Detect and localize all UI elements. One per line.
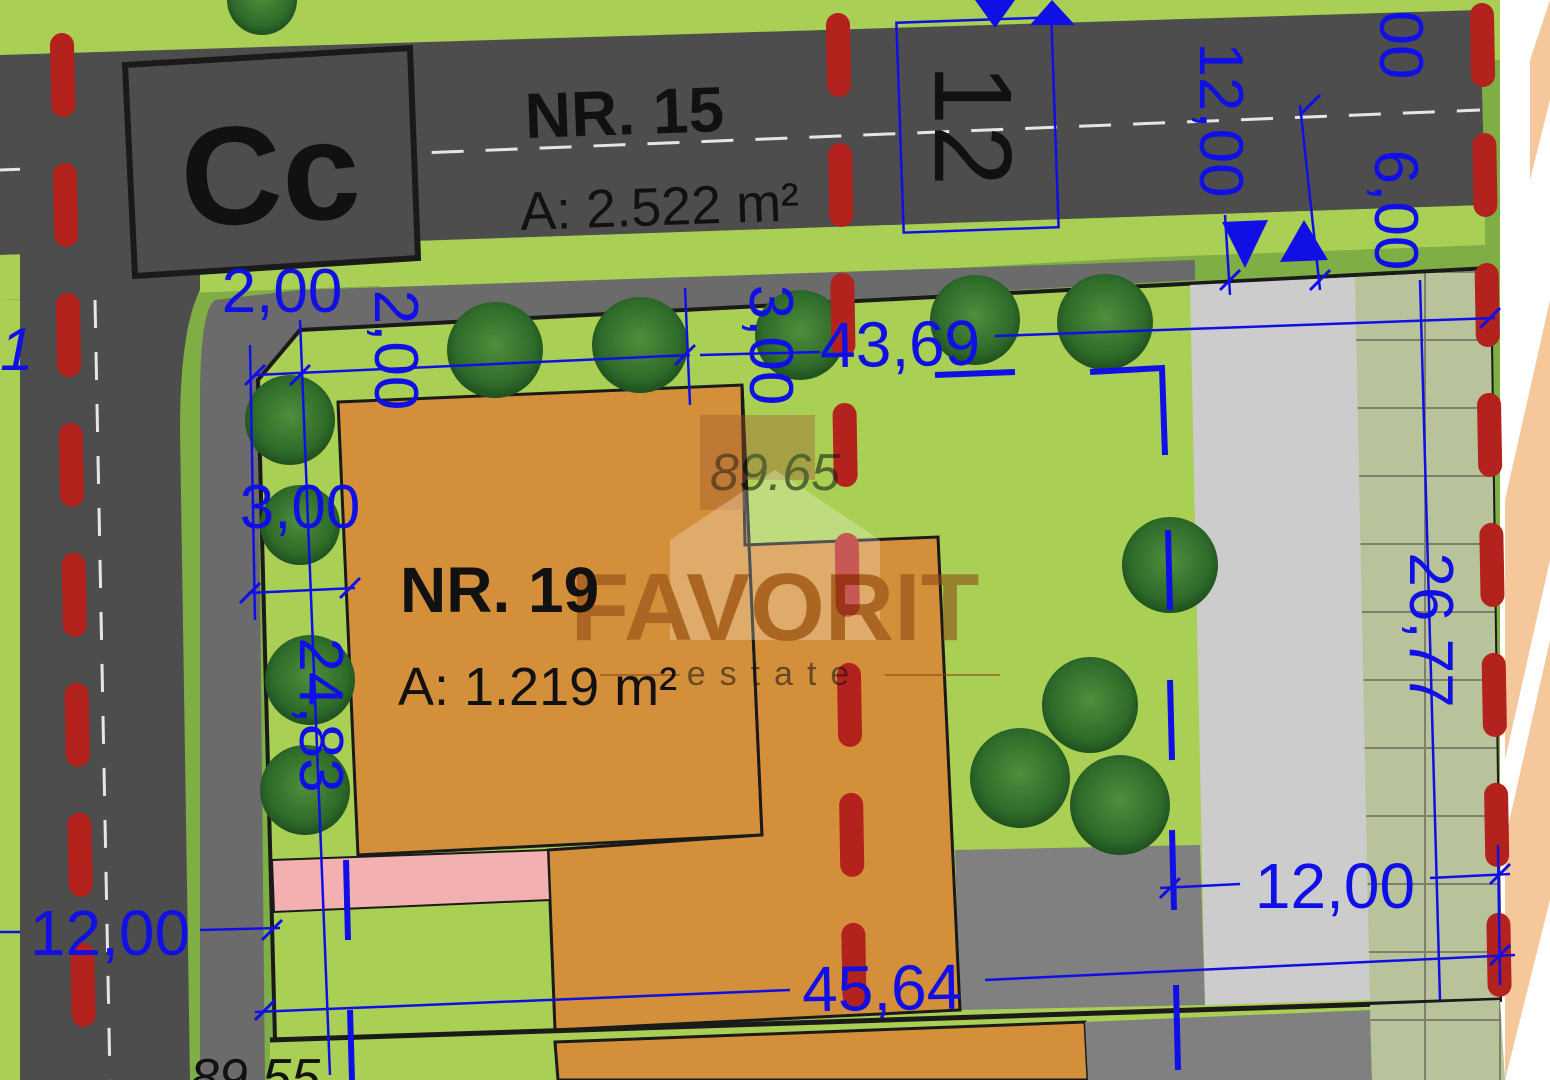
zone-code-text: Cc [177,90,364,256]
dim-corner-v: 2,00 [361,290,430,411]
dim-left-setback: 3,00 [240,473,361,542]
zone-code-sign: Cc [121,44,422,280]
paving-next [1370,1000,1505,1080]
dim-top-length: 43,69 [819,307,980,382]
gray-parking [955,845,1205,1010]
dim-bottom-length: 45,64 [801,951,962,1026]
dim-partial-top: 00 [1366,11,1435,80]
dim-rear-setback: 12,00 [1255,850,1415,922]
lot-plot-area: A: 1.219 m² [398,657,677,717]
watermark-brand: FAVORIT [571,554,980,661]
watermark-subtitle: estate [687,655,864,693]
road-number-text: 12 [911,64,1034,186]
pink-strip [270,848,552,914]
lot-plot-name: NR. 19 [400,554,599,626]
dim-right-strip: 6,00 [1361,150,1430,271]
dim-road-width-top: 12,00 [1186,42,1255,197]
street-plot-area: A: 2.522 m² [519,172,800,242]
dim-right-height: 26,77 [1396,552,1465,707]
site-plan-map: Cc 12 NR. 15 A: 2.522 m² FAVORIT estate … [0,0,1550,1080]
dim-front-setback: 3,00 [736,285,805,406]
left-edge-fragment: 1 [0,316,33,383]
bottom-number-fragment: 89.55 [190,1049,321,1080]
gray-next [1085,1010,1372,1080]
street-plot-name: NR. 15 [524,73,726,152]
left-verge [0,300,20,1080]
watermark-price: 89.65 [710,444,841,502]
dim-road-width-left: 12,00 [30,897,190,969]
dim-left-height: 24,83 [286,637,355,792]
dim-corner-h: 2,00 [222,257,343,326]
